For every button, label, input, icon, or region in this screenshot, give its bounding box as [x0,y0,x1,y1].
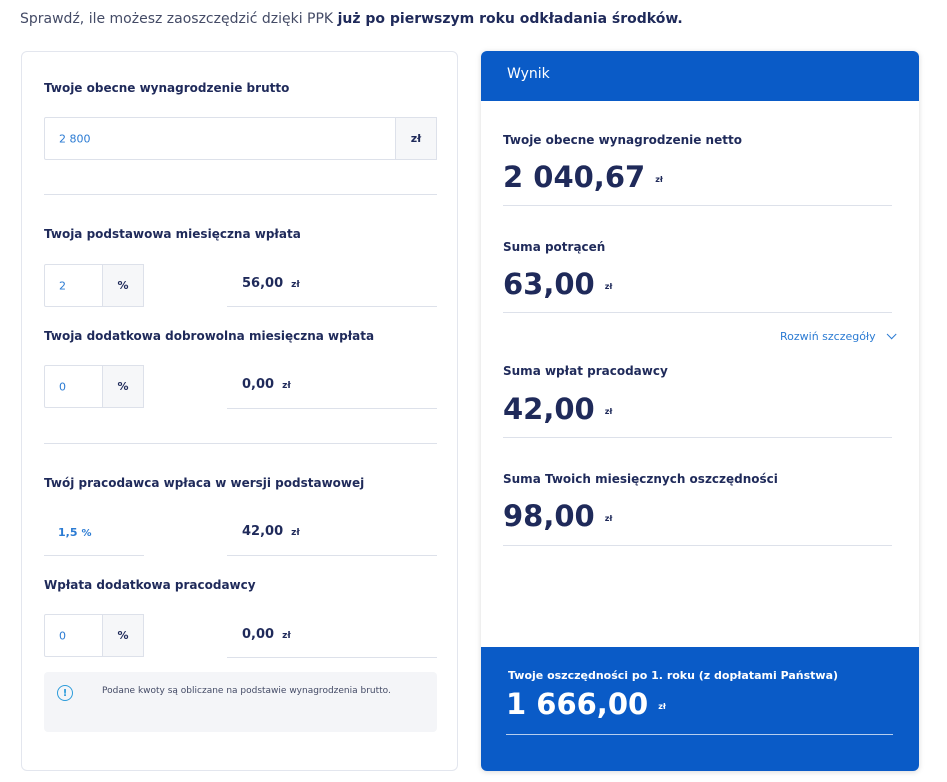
employer-additional-amount-value: 0,00 [242,627,275,642]
employer-basic-label: Twój pracodawca wpłaca w wersji podstawo… [44,476,365,490]
percent-underline [44,555,144,556]
net-salary-value: 2 040,67 zł [503,160,663,194]
result-card: Wynik Twoje obecne wynagrodzenie netto 2… [481,51,919,771]
employer-sum-label: Suma wpłat pracodawcy [503,364,668,378]
monthly-savings-amount: 98,00 [503,499,595,533]
yearly-savings-amount: 1 666,00 [506,687,649,721]
result-header: Wynik [481,51,919,101]
percent-unit: % [102,365,144,408]
basic-contribution-percent: 2 [59,279,66,292]
currency: zł [282,381,291,391]
percent-unit: % [102,264,144,307]
percent-unit: % [102,614,144,657]
currency: zł [282,631,291,641]
salary-value: 2 800 [59,132,91,145]
currency: zł [291,280,300,290]
deductions-label: Suma potrąceń [503,240,606,254]
divider [503,545,892,546]
additional-contribution-amount: 0,00 zł [242,377,291,392]
monthly-savings-label: Suma Twoich miesięcznych oszczędności [503,472,778,486]
divider [44,194,437,195]
monthly-savings-value: 98,00 zł [503,499,612,533]
basic-contribution-input[interactable]: 2 % [44,264,144,307]
amount-underline [227,408,437,409]
divider [503,205,892,206]
salary-input[interactable]: 2 800 zł [44,117,437,160]
basic-contribution-label: Twoja podstawowa miesięczna wpłata [44,227,301,241]
calculator-inputs-card: Twoje obecne wynagrodzenie brutto 2 800 … [21,51,458,771]
additional-contribution-input[interactable]: 0 % [44,365,144,408]
intro-text: Sprawdź, ile możesz zaoszczędzić dzięki … [20,11,683,27]
intro-regular: Sprawdź, ile możesz zaoszczędzić dzięki … [20,11,338,27]
percent-unit: % [81,528,92,539]
currency: zł [604,281,613,291]
deductions-value: 63,00 zł [503,267,612,301]
amount-underline [227,657,437,658]
salary-unit: zł [395,117,437,160]
amount-underline [227,306,437,307]
additional-contribution-percent: 0 [59,380,66,393]
net-salary-label: Twoje obecne wynagrodzenie netto [503,133,742,147]
employer-basic-percent-value: 1,5 [58,526,78,539]
yearly-savings-box: Twoje oszczędności po 1. roku (z dopłata… [481,647,919,771]
info-text: Podane kwoty są obliczane na podstawie w… [102,686,391,696]
currency: zł [658,701,666,711]
net-salary-amount: 2 040,67 [503,160,646,194]
result-title: Wynik [507,66,550,82]
currency: zł [655,174,663,184]
basic-contribution-amount-value: 56,00 [242,276,284,291]
basic-contribution-amount: 56,00 zł [242,276,300,291]
currency: zł [604,513,613,523]
additional-contribution-amount-value: 0,00 [242,377,275,392]
salary-label: Twoje obecne wynagrodzenie brutto [44,81,290,95]
divider [44,443,437,444]
deductions-amount: 63,00 [503,267,595,301]
employer-additional-label: Wpłata dodatkowa pracodawcy [44,578,256,592]
expand-details-label: Rozwiń szczegóły [780,330,876,343]
currency: zł [291,528,300,538]
divider [503,437,892,438]
employer-basic-percent: 1,5% [58,526,92,539]
yearly-savings-value: 1 666,00 zł [506,687,666,721]
employer-sum-amount: 42,00 [503,392,595,426]
chevron-down-icon [886,329,897,340]
yearly-savings-label: Twoje oszczędności po 1. roku (z dopłata… [508,669,839,682]
employer-additional-input[interactable]: 0 % [44,614,144,657]
employer-sum-value: 42,00 zł [503,392,612,426]
currency: zł [604,406,613,416]
info-icon: ! [57,685,73,701]
employer-additional-amount: 0,00 zł [242,627,291,642]
divider [503,312,892,313]
amount-underline [227,555,437,556]
intro-bold: już po pierwszym roku odkładania środków… [337,11,683,27]
employer-additional-percent: 0 [59,629,66,642]
expand-details-link[interactable]: Rozwiń szczegóły [780,329,897,343]
additional-contribution-label: Twoja dodatkowa dobrowolna miesięczna wp… [44,329,375,343]
divider [506,734,893,735]
info-box: ! Podane kwoty są obliczane na podstawie… [44,672,437,732]
employer-basic-amount-value: 42,00 [242,524,284,539]
employer-basic-amount: 42,00 zł [242,524,300,539]
